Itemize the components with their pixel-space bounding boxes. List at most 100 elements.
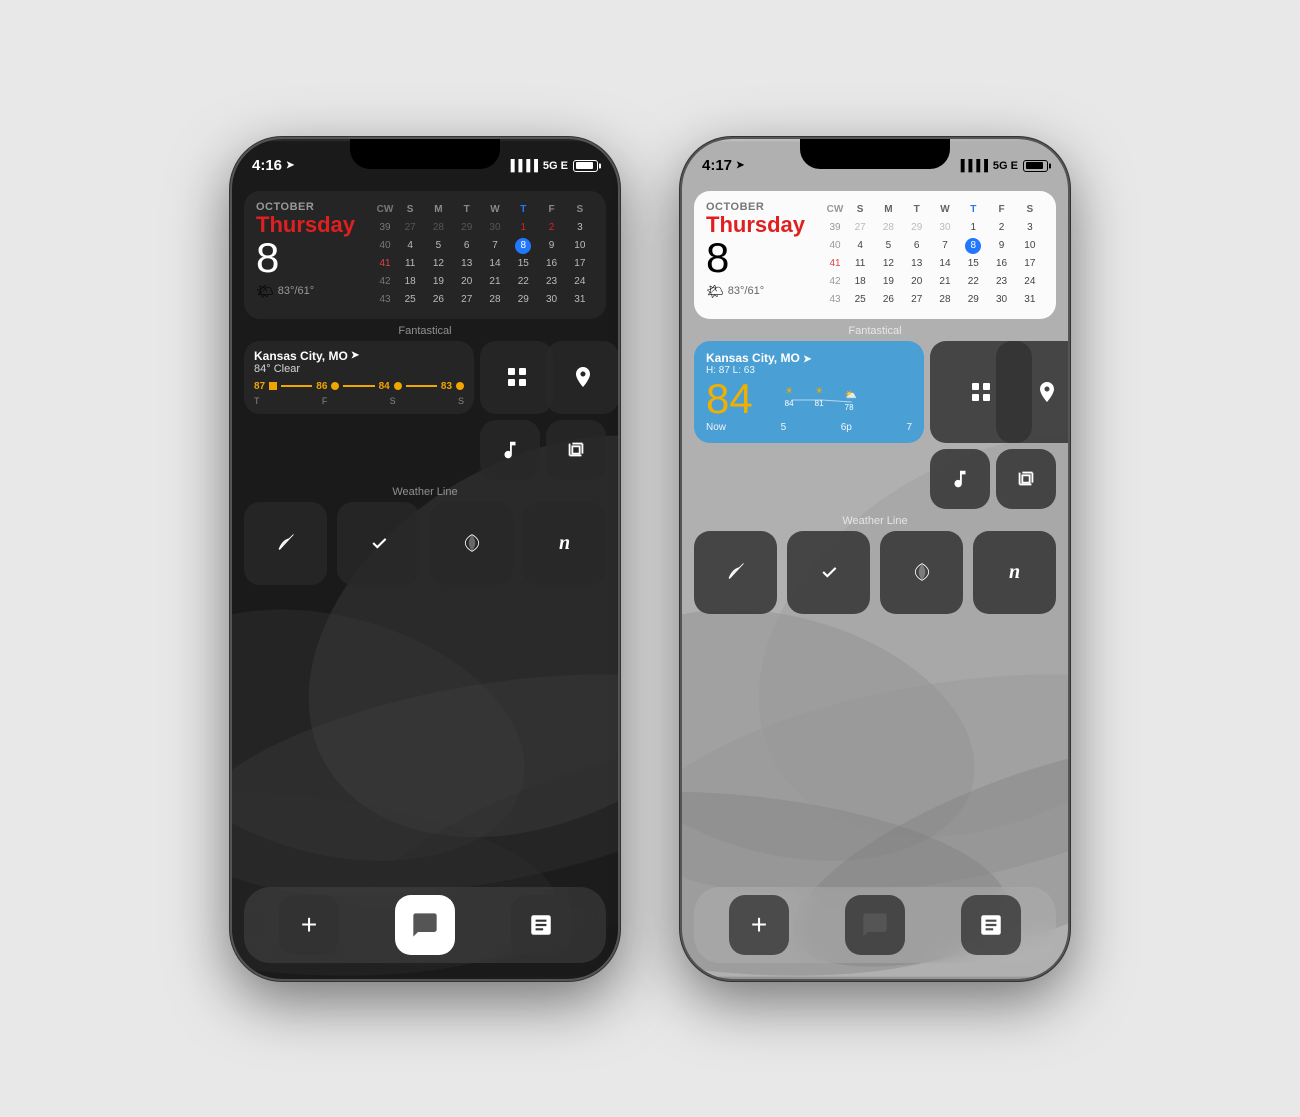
maps-icon-btn-dark[interactable]	[546, 341, 618, 414]
app-leaf-light[interactable]	[694, 531, 777, 614]
cal-week-41: 41 11 12 13 14 15 16 17	[374, 255, 594, 273]
cal-month-dark: OCTOBER	[256, 201, 366, 213]
cal-header-light: OCTOBER Thursday 8 🌤 83°/61° CW S	[706, 201, 1044, 309]
calendar-widget-light[interactable]: OCTOBER Thursday 8 🌤 83°/61° CW S	[694, 191, 1056, 319]
battery-fill	[576, 162, 593, 169]
crop-icon-btn-light[interactable]	[996, 449, 1056, 509]
app-check-dark[interactable]	[337, 502, 420, 585]
forecast-dots-dark: 87 86 84 83	[254, 381, 464, 392]
music-icon-btn-dark[interactable]	[480, 420, 540, 480]
calendar-widget-dark[interactable]: OCTOBER Thursday 8 🌤 83°/61° CW S	[244, 191, 606, 319]
status-time-light: 4:17 ➤	[702, 157, 744, 174]
crop-icon	[565, 439, 587, 461]
weather-widget-dark[interactable]: Kansas City, MO ➤ 84° Clear 87 86 84	[244, 341, 474, 414]
app-seed-light[interactable]	[880, 531, 963, 614]
app-notion-dark[interactable]: n	[523, 502, 606, 585]
dock-add-light[interactable]: +	[729, 895, 789, 955]
leaf-icon-light	[726, 560, 746, 584]
cal-week-40-light: 40 4 5 6 7 8 9 10	[824, 237, 1044, 255]
svg-text:☀: ☀	[784, 386, 793, 397]
signal-bars-light: ▐▐▐▐	[957, 160, 988, 172]
crop-icon-btn-dark[interactable]	[546, 420, 606, 480]
exp-city: Kansas City, MO ➤	[706, 351, 812, 365]
exp-chart: ☀ 84 ☀ 81 ⛅ 78	[761, 380, 912, 420]
cal-week-39: 39 27 28 29 30 1 2 3	[374, 219, 594, 237]
music-note-icon	[499, 439, 521, 461]
maps-icon	[571, 365, 595, 389]
location-arrow-exp: ➤	[803, 354, 811, 365]
grid-icon-btn-dark[interactable]	[480, 341, 553, 414]
chat-icon	[411, 911, 439, 939]
status-icons-dark: ▐▐▐▐ 5G E	[507, 160, 598, 172]
sun-icon-light: 🌤	[706, 283, 724, 300]
app-seed-dark[interactable]	[430, 502, 513, 585]
music-icon-btn-light[interactable]	[930, 449, 990, 509]
leaf-icon	[276, 531, 296, 555]
seed-icon-light	[912, 562, 932, 582]
svg-text:⛅: ⛅	[844, 389, 856, 401]
battery-fill-light	[1026, 162, 1043, 169]
location-icon-light: ➤	[736, 160, 744, 171]
checkmark-icon-light	[819, 562, 839, 582]
location-icon: ➤	[286, 160, 294, 171]
checkmark-icon	[369, 533, 389, 553]
maps-icon-btn-light[interactable]	[996, 341, 1068, 443]
weather-row-dark: Kansas City, MO ➤ 84° Clear 87 86 84	[244, 341, 606, 414]
network-type: 5G E	[543, 160, 568, 172]
weather-widget-expanded-light[interactable]: Kansas City, MO ➤ H: 87 L: 63 84	[694, 341, 924, 443]
seed-icon	[462, 533, 482, 553]
second-icon-row-dark	[244, 420, 606, 480]
cal-weather-text-dark: 83°/61°	[278, 285, 314, 297]
dock-chat-light[interactable]	[845, 895, 905, 955]
cal-left-dark: OCTOBER Thursday 8 🌤 83°/61°	[256, 201, 366, 309]
notch-dark	[350, 139, 500, 169]
chat-icon-light	[861, 911, 889, 939]
status-time-dark: 4:16 ➤	[252, 157, 294, 174]
cal-grid-header-light: CW S M T W T F S	[824, 201, 1044, 219]
cal-weather-text-light: 83°/61°	[728, 285, 764, 297]
battery-icon	[573, 160, 598, 172]
svg-text:78: 78	[844, 403, 853, 412]
cal-grid-header: CW S M T W T F S	[374, 201, 594, 219]
second-icon-row-light	[694, 449, 1056, 509]
cal-datenum-dark: 8	[256, 237, 366, 279]
cal-week-42: 42 18 19 20 21 22 23 24	[374, 273, 594, 291]
cal-header-dark: OCTOBER Thursday 8 🌤 83°/61° CW S	[256, 201, 594, 309]
cal-grid-dark: CW S M T W T F S 39 27	[374, 201, 594, 309]
weather-line-label-light: Weather Line	[694, 515, 1056, 527]
exp-times-row: Now 5 6p 7	[706, 422, 912, 433]
cal-weather-dark: 🌤 83°/61°	[256, 283, 366, 300]
dock-add-dark[interactable]: +	[279, 895, 339, 955]
grid-icon	[505, 365, 529, 389]
app-row-dark: n	[244, 502, 606, 585]
exp-hl: H: 87 L: 63	[706, 365, 812, 376]
app-leaf-dark[interactable]	[244, 502, 327, 585]
cal-week-41-light: 41 11 12 13 14 15 16 17	[824, 255, 1044, 273]
battery-icon-light	[1023, 160, 1048, 172]
fantastical-label-dark: Fantastical	[244, 325, 606, 337]
cal-week-40: 40 4 5 6 7 8 9 10	[374, 237, 594, 255]
cal-week-43-light: 43 25 26 27 28 29 30 31	[824, 291, 1044, 309]
dock-chat-dark[interactable]	[395, 895, 455, 955]
app-check-light[interactable]	[787, 531, 870, 614]
sun-icon-dark: 🌤	[256, 283, 274, 300]
cal-datenum-light: 8	[706, 237, 816, 279]
dock-light: +	[694, 887, 1056, 963]
cal-week-43: 43 25 26 27 28 29 30 31	[374, 291, 594, 309]
iphone-dark: 4:16 ➤ ▐▐▐▐ 5G E OCTOBER Thursday	[230, 137, 620, 981]
exp-weather-header: Kansas City, MO ➤ H: 87 L: 63	[706, 351, 912, 376]
grid-icon-light	[969, 380, 993, 404]
screen-content-dark: OCTOBER Thursday 8 🌤 83°/61° CW S	[232, 183, 618, 979]
dock-dark: +	[244, 887, 606, 963]
location-arrow-dark: ➤	[351, 350, 359, 361]
screen-content-light: OCTOBER Thursday 8 🌤 83°/61° CW S	[682, 183, 1068, 979]
weather-city-dark: Kansas City, MO ➤	[254, 349, 464, 363]
weather-condition-dark: 84° Clear	[254, 363, 464, 375]
dock-notes-dark[interactable]	[511, 895, 571, 955]
svg-text:☀: ☀	[814, 386, 823, 397]
iphone-light: 4:17 ➤ ▐▐▐▐ 5G E OCTOBER Thursday	[680, 137, 1070, 981]
exp-temp-main: 84	[706, 378, 753, 420]
app-notion-light[interactable]: n	[973, 531, 1056, 614]
cal-left-light: OCTOBER Thursday 8 🌤 83°/61°	[706, 201, 816, 309]
dock-notes-light[interactable]	[961, 895, 1021, 955]
